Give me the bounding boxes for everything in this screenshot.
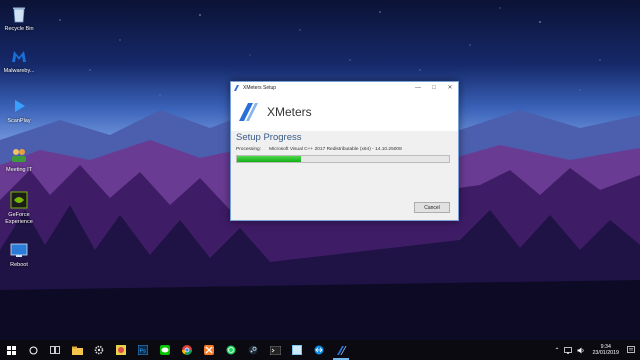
setup-header: XMeters bbox=[231, 93, 458, 131]
taskbar-app-photoshop[interactable]: Ps bbox=[132, 340, 154, 360]
desktop-icon-label: Malwareby... bbox=[3, 68, 35, 74]
app-icon bbox=[234, 84, 239, 91]
malwarebytes-icon bbox=[9, 46, 29, 66]
desktop-icon-label: Recycle Bin bbox=[4, 26, 34, 32]
taskbar-app-explorer[interactable] bbox=[66, 340, 88, 360]
desktop-icon-scanplay[interactable]: ScanPlay bbox=[2, 96, 36, 125]
clock-date: 23/01/2019 bbox=[592, 350, 619, 356]
teamviewer-icon bbox=[314, 345, 324, 355]
start-button[interactable] bbox=[0, 340, 22, 360]
taskbar: Ps ⌃ 9:34 23/01/2019 bbox=[0, 340, 640, 360]
terminal-icon bbox=[269, 345, 281, 355]
taskbar-app-steam[interactable] bbox=[242, 340, 264, 360]
app-name: XMeters bbox=[267, 105, 312, 119]
system-tray: ⌃ 9:34 23/01/2019 bbox=[554, 344, 640, 357]
desktop: Recycle Bin Malwareby... ScanPlay Meetin… bbox=[0, 0, 640, 360]
line-icon bbox=[160, 345, 170, 355]
taskbar-app-settings[interactable] bbox=[88, 340, 110, 360]
cancel-button[interactable]: Cancel bbox=[414, 202, 450, 213]
window-titlebar[interactable]: XMeters Setup — □ ✕ bbox=[231, 82, 458, 93]
action-center-button[interactable] bbox=[626, 345, 636, 355]
taskbar-app-setup[interactable] bbox=[330, 340, 352, 360]
desktop-icon-malwarebytes[interactable]: Malwareby... bbox=[2, 46, 36, 75]
steam-icon bbox=[248, 345, 258, 355]
whatsapp-icon bbox=[226, 345, 236, 355]
taskbar-app-terminal[interactable] bbox=[264, 340, 286, 360]
start-icon bbox=[6, 345, 16, 355]
volume-icon[interactable] bbox=[577, 347, 585, 354]
taskbar-app-whatsapp[interactable] bbox=[220, 340, 242, 360]
taskbar-app-xampp[interactable] bbox=[198, 340, 220, 360]
network-icon[interactable] bbox=[564, 346, 573, 354]
svg-text:Ps: Ps bbox=[140, 349, 147, 355]
xampp-icon bbox=[204, 345, 214, 355]
setup-content: Setup Progress Processing: Microsoft Vis… bbox=[231, 131, 458, 220]
status-label: Processing: bbox=[236, 147, 262, 152]
maximize-button[interactable]: □ bbox=[426, 82, 442, 93]
paint-icon bbox=[116, 345, 126, 355]
setup-window: XMeters Setup — □ ✕ XMeters Setup Progre… bbox=[230, 81, 459, 221]
meeting-icon bbox=[9, 145, 29, 165]
file-explorer-icon bbox=[71, 346, 83, 355]
status-value: Microsoft Visual C++ 2017 Redistributabl… bbox=[269, 147, 402, 152]
progress-bar bbox=[236, 155, 450, 163]
desktop-icon-label: Reboot bbox=[10, 262, 28, 268]
taskbar-app-teamviewer[interactable] bbox=[308, 340, 330, 360]
task-view-icon bbox=[50, 346, 60, 354]
minimize-button[interactable]: — bbox=[410, 82, 426, 93]
desktop-icon-geforce[interactable]: GeForce Experience bbox=[2, 190, 36, 225]
taskbar-app-sticky-notes[interactable] bbox=[286, 340, 308, 360]
clock[interactable]: 9:34 23/01/2019 bbox=[592, 344, 619, 357]
scanplay-icon bbox=[9, 96, 29, 116]
window-title: XMeters Setup bbox=[243, 84, 277, 91]
desktop-icon-label: Meeting IT bbox=[6, 167, 32, 173]
notification-icon bbox=[627, 346, 635, 353]
xmeters-logo-icon bbox=[239, 103, 258, 121]
settings-icon bbox=[94, 345, 104, 355]
geforce-icon bbox=[9, 190, 29, 210]
desktop-icon-recycle-bin[interactable]: Recycle Bin bbox=[2, 4, 36, 33]
taskbar-app-paint[interactable] bbox=[110, 340, 132, 360]
recycle-bin-icon bbox=[9, 4, 29, 24]
show-hidden-icons-icon[interactable]: ⌃ bbox=[554, 347, 559, 354]
reboot-icon bbox=[9, 240, 29, 260]
progress-fill bbox=[237, 156, 301, 162]
desktop-icon-reboot[interactable]: Reboot bbox=[2, 240, 36, 269]
taskbar-app-line[interactable] bbox=[154, 340, 176, 360]
task-view-button[interactable] bbox=[44, 340, 66, 360]
desktop-icon-label: GeForce Experience bbox=[5, 212, 33, 225]
chrome-icon bbox=[182, 345, 192, 355]
search-button[interactable] bbox=[22, 340, 44, 360]
progress-title: Setup Progress bbox=[236, 132, 302, 143]
setup-icon bbox=[336, 345, 346, 355]
photoshop-icon: Ps bbox=[138, 345, 148, 355]
desktop-icon-label: ScanPlay bbox=[7, 118, 31, 124]
search-icon bbox=[29, 346, 37, 354]
status-row: Processing: Microsoft Visual C++ 2017 Re… bbox=[236, 147, 453, 152]
taskbar-app-chrome[interactable] bbox=[176, 340, 198, 360]
sticky-notes-icon bbox=[292, 345, 302, 355]
close-button[interactable]: ✕ bbox=[442, 82, 458, 93]
desktop-icon-meeting-it[interactable]: Meeting IT bbox=[2, 145, 36, 174]
